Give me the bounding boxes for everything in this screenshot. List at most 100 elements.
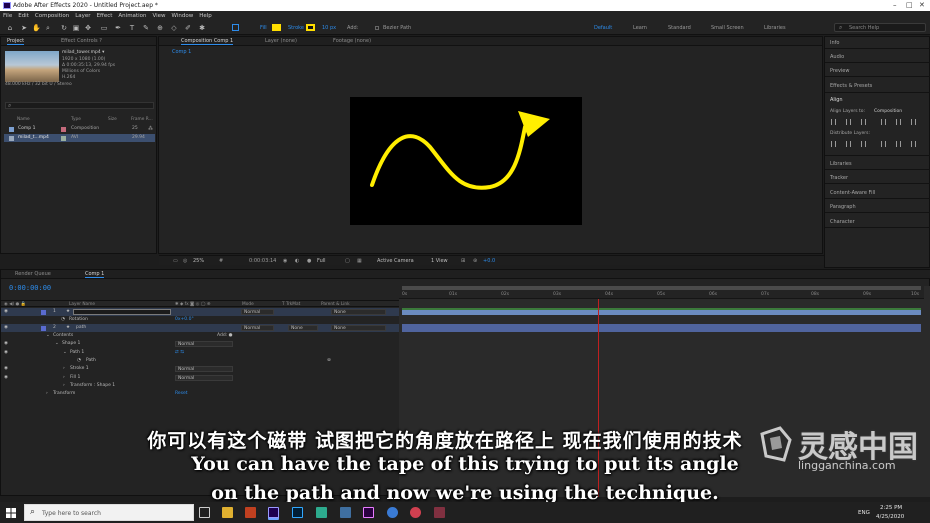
stroke-label[interactable]: Stroke (288, 25, 304, 31)
menu-view[interactable]: View (149, 11, 168, 21)
color-channel-icon[interactable]: ● (307, 258, 311, 264)
tab-project[interactable]: Project (7, 38, 25, 45)
eye-icon[interactable]: ◉ (4, 366, 8, 371)
reset-transform-button[interactable]: Reset (175, 391, 188, 396)
roto-brush-tool-icon[interactable]: ✐ (184, 24, 192, 32)
blend-mode-dropdown[interactable]: Normal (175, 341, 233, 347)
toggle-pixel-icon[interactable]: ⊞ (461, 258, 465, 264)
yellow-path-shape[interactable] (350, 97, 582, 225)
av-switches-icon[interactable]: ◉ ◀) ● 🔒 (4, 302, 26, 307)
blend-mode-dropdown[interactable]: Normal (175, 375, 233, 381)
stroke-swatch[interactable] (306, 24, 315, 31)
transparency-grid-icon[interactable]: ▦ (357, 258, 362, 264)
workspace-learn[interactable]: Learn (633, 25, 647, 31)
type-tool-icon[interactable]: T (128, 24, 136, 32)
puppet-pin-tool-icon[interactable]: ✱ (198, 24, 206, 32)
reset-exposure-icon[interactable]: ⊛ (473, 258, 477, 264)
path-direction-icon[interactable]: ⇄ ⇆ (175, 350, 184, 355)
tab-composition[interactable]: Composition Comp 1 (181, 38, 234, 45)
panel-libraries[interactable]: Libraries (830, 161, 852, 167)
distribute-right-icon[interactable] (911, 141, 916, 147)
file-explorer-icon[interactable] (222, 507, 233, 518)
menu-composition[interactable]: Composition (32, 11, 72, 21)
property-group-row[interactable]: › Transform Reset (1, 390, 399, 398)
workspace-small-screen[interactable]: Small Screen (711, 25, 744, 31)
align-bottom-icon[interactable] (911, 119, 916, 125)
add-content-button[interactable]: Add: ● (217, 333, 233, 338)
mode-dropdown[interactable]: Normal (241, 325, 274, 331)
distribute-vcenter-icon[interactable] (846, 141, 851, 147)
task-view-icon[interactable] (199, 507, 210, 518)
brush-tool-icon[interactable]: ✎ (142, 24, 150, 32)
eye-icon[interactable]: ◉ (4, 309, 8, 314)
switches-icons[interactable]: ✱ ◆ fx ◙ ◎ ◯ ⊕ (175, 302, 210, 307)
app-taskbar-icon[interactable] (434, 507, 445, 518)
rotate-tool-icon[interactable]: ↻ (60, 24, 68, 32)
windows-start-icon[interactable] (6, 508, 16, 518)
bezier-checkbox[interactable] (375, 26, 379, 30)
add-label[interactable]: Add: (347, 25, 358, 31)
distribute-bottom-icon[interactable] (861, 141, 866, 147)
align-to-dropdown[interactable]: Composition (874, 109, 902, 114)
tab-effect-controls[interactable]: Effect Controls ? (61, 38, 102, 44)
stopwatch-icon[interactable]: ◔ (61, 317, 65, 322)
workspace-standard[interactable]: Standard (668, 25, 691, 31)
menu-help[interactable]: Help (196, 11, 215, 21)
fill-label[interactable]: Fill (260, 25, 267, 31)
maximize-icon[interactable]: □ (906, 1, 913, 9)
zoom-tool-icon[interactable]: ⌕ (44, 24, 52, 32)
chevron-right-icon[interactable]: › (63, 375, 65, 380)
rectangle-tool-icon[interactable]: ▭ (100, 24, 108, 32)
always-preview-icon[interactable]: ▭ (173, 258, 178, 264)
layer-name[interactable]: path (76, 325, 86, 330)
col-layer-name[interactable]: Layer Name (69, 302, 95, 307)
align-hcenter-icon[interactable] (846, 119, 851, 125)
align-top-icon[interactable] (881, 119, 886, 125)
align-right-icon[interactable] (861, 119, 866, 125)
pen-tool-icon[interactable]: ✒ (114, 24, 122, 32)
pan-behind-tool-icon[interactable]: ✥ (84, 24, 92, 32)
tab-footage[interactable]: Footage (none) (333, 38, 371, 44)
camera-dropdown[interactable]: Active Camera (377, 258, 414, 264)
workspace-libraries[interactable]: Libraries (764, 25, 786, 31)
chevron-down-icon[interactable]: ⌄ (63, 350, 67, 355)
mode-dropdown[interactable]: Normal (241, 309, 274, 315)
property-group-row[interactable]: ◉ ⌄ Shape 1 Normal (1, 340, 399, 348)
panel-effects-presets[interactable]: Effects & Presets (830, 83, 872, 89)
project-item-footage[interactable]: milad_t...mp4 AVI 29.94 (4, 134, 155, 142)
photoshop-taskbar-icon[interactable] (292, 507, 303, 518)
menu-layer[interactable]: Layer (72, 11, 93, 21)
timeline-timecode[interactable]: 0:00:00:00 (9, 284, 51, 292)
browser-taskbar-icon[interactable] (387, 507, 398, 518)
layer-duration-bar[interactable] (402, 308, 921, 315)
chevron-down-icon[interactable]: ⌄ (55, 341, 59, 346)
parent-dropdown[interactable]: None (331, 325, 386, 331)
clone-stamp-tool-icon[interactable]: ⊕ (156, 24, 164, 32)
layer-name-input[interactable] (73, 308, 171, 315)
col-mode[interactable]: Mode (242, 302, 254, 307)
rotation-value[interactable]: 0x+0.0° (175, 317, 194, 322)
panel-tracker[interactable]: Tracker (830, 175, 848, 181)
col-trkmat[interactable]: T TrkMat (282, 302, 300, 307)
project-item-comp[interactable]: Comp 1 Composition 25 ⁂ (4, 125, 155, 133)
chevron-down-icon[interactable]: ⌄ (46, 333, 50, 338)
stroke-width-value[interactable]: 10 px (322, 25, 336, 31)
blend-mode-dropdown[interactable]: Normal (175, 366, 233, 372)
workspace-default[interactable]: Default (594, 25, 612, 31)
pick-whip-icon[interactable]: ⊚ (327, 358, 331, 363)
composition-canvas[interactable] (350, 97, 582, 225)
tab-layer[interactable]: Layer (none) (265, 38, 297, 44)
menu-file[interactable]: File (0, 11, 15, 21)
layer-duration-bar[interactable] (402, 324, 921, 332)
col-size[interactable]: Size (108, 117, 117, 122)
tab-render-queue[interactable]: Render Queue (15, 271, 51, 277)
app-taskbar-icon[interactable] (340, 507, 351, 518)
eraser-tool-icon[interactable]: ◇ (170, 24, 178, 32)
mask-icon[interactable]: ◎ (183, 258, 187, 264)
panel-content-aware-fill[interactable]: Content-Aware Fill (830, 190, 875, 196)
panel-character[interactable]: Character (830, 219, 855, 225)
panel-align[interactable]: Align (830, 97, 843, 103)
home-icon[interactable]: ⌂ (6, 24, 14, 32)
current-time[interactable]: 0:00:03:14 (249, 258, 276, 264)
grid-icon[interactable]: # (219, 258, 223, 264)
